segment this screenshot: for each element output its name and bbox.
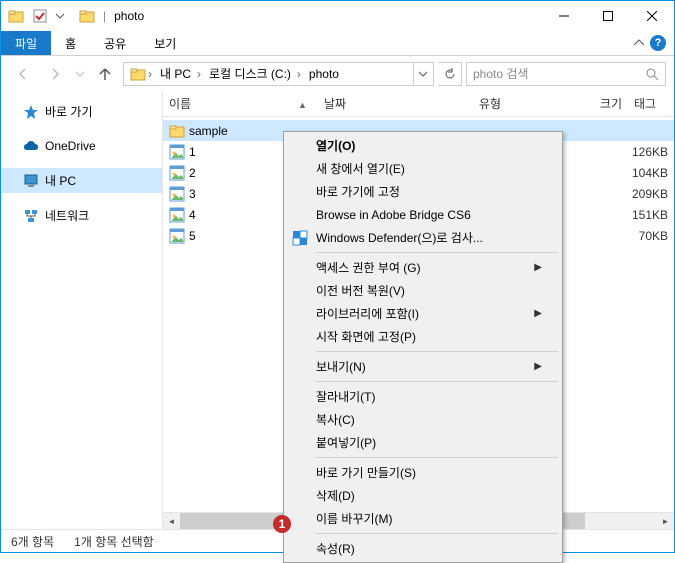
title-bar: | photo — [1, 1, 674, 31]
status-count: 6개 항목 — [11, 533, 54, 550]
title-separator: | — [103, 9, 106, 23]
ribbon-expand-icon[interactable] — [634, 38, 644, 48]
tab-view[interactable]: 보기 — [140, 31, 190, 55]
cloud-icon — [23, 138, 39, 154]
crumb-dropdown[interactable] — [413, 63, 431, 85]
shield-icon — [292, 230, 308, 246]
scroll-left-button[interactable]: ◄ — [163, 513, 180, 530]
image-icon — [169, 186, 185, 202]
crumb-pc[interactable]: 내 PC› — [156, 63, 205, 85]
ctx-bridge[interactable]: Browse in Adobe Bridge CS6 — [286, 203, 560, 226]
chevron-right-icon: ▶ — [534, 308, 542, 319]
ctx-separator — [316, 533, 558, 534]
ctx-restore[interactable]: 이전 버전 복원(V) — [286, 279, 560, 302]
chevron-right-icon: ▶ — [534, 361, 542, 372]
ctx-defender[interactable]: Windows Defender(으)로 검사... — [286, 226, 560, 249]
window-title: photo — [114, 9, 144, 23]
folder-icon — [169, 123, 185, 139]
qat-dropdown-icon[interactable] — [53, 5, 67, 27]
ctx-new-window[interactable]: 새 창에서 열기(E) — [286, 157, 560, 180]
search-input[interactable]: photo 검색 — [466, 62, 666, 86]
col-name[interactable]: 이름 ▲ — [163, 91, 318, 116]
ctx-library[interactable]: 라이브러리에 포함(I)▶ — [286, 302, 560, 325]
crumb-disk[interactable]: 로컬 디스크 (C:)› — [205, 63, 305, 85]
ctx-separator — [316, 252, 558, 253]
context-menu: 열기(O) 새 창에서 열기(E) 바로 가기에 고정 Browse in Ad… — [283, 131, 563, 563]
help-icon[interactable]: ? — [650, 35, 666, 51]
ctx-pin-start[interactable]: 시작 화면에 고정(P) — [286, 325, 560, 348]
up-button[interactable] — [91, 60, 119, 88]
title-area: | photo — [79, 8, 144, 24]
minimize-button[interactable] — [542, 1, 586, 31]
star-icon — [23, 104, 39, 120]
ctx-cut[interactable]: 잘라내기(T) — [286, 385, 560, 408]
col-size[interactable]: 크기 — [553, 91, 628, 116]
ctx-rename[interactable]: 이름 바꾸기(M) — [286, 507, 560, 530]
qat-properties-icon[interactable] — [29, 5, 51, 27]
sidebar: 바로 가기 OneDrive 내 PC 네트워크 — [1, 91, 163, 529]
ctx-copy[interactable]: 복사(C) — [286, 408, 560, 431]
pc-icon — [23, 173, 39, 189]
image-icon — [169, 228, 185, 244]
ribbon-tabs: 파일 홈 공유 보기 ? — [1, 31, 674, 56]
sort-ascending-icon: ▲ — [298, 97, 312, 111]
status-selected: 1개 항목 선택함 — [74, 533, 154, 550]
ctx-pin-quick[interactable]: 바로 가기에 고정 — [286, 180, 560, 203]
recent-dropdown[interactable] — [73, 60, 87, 88]
annotation-badge: 1 — [273, 515, 291, 533]
tab-share[interactable]: 공유 — [90, 31, 140, 55]
sidebar-item-pc[interactable]: 내 PC — [1, 168, 162, 193]
sidebar-item-quick-access[interactable]: 바로 가기 — [1, 99, 162, 124]
ctx-sendto[interactable]: 보내기(N)▶ — [286, 355, 560, 378]
ctx-access[interactable]: 액세스 권한 부여 (G)▶ — [286, 256, 560, 279]
folder-icon — [79, 8, 95, 24]
search-placeholder: photo 검색 — [473, 65, 528, 82]
ctx-paste[interactable]: 붙여넣기(P) — [286, 431, 560, 454]
ctx-separator — [316, 381, 558, 382]
crumb-root-icon[interactable]: › — [126, 63, 156, 85]
search-icon — [645, 67, 659, 81]
qat-explorer-icon[interactable] — [5, 5, 27, 27]
ctx-separator — [316, 457, 558, 458]
sidebar-item-onedrive[interactable]: OneDrive — [1, 134, 162, 158]
forward-button[interactable] — [41, 60, 69, 88]
ctx-properties[interactable]: 속성(R) — [286, 537, 560, 560]
col-type[interactable]: 유형 — [473, 91, 553, 116]
image-icon — [169, 207, 185, 223]
quick-access-toolbar — [1, 5, 71, 27]
col-date[interactable]: 날짜 — [318, 91, 473, 116]
refresh-button[interactable] — [438, 62, 462, 86]
tab-file[interactable]: 파일 — [1, 31, 51, 55]
scroll-right-button[interactable]: ► — [657, 513, 674, 530]
ctx-separator — [316, 351, 558, 352]
col-tag[interactable]: 태그 — [628, 91, 668, 116]
address-bar: › 내 PC› 로컬 디스크 (C:)› photo photo 검색 — [1, 56, 674, 91]
tab-home[interactable]: 홈 — [51, 31, 90, 55]
ctx-open[interactable]: 열기(O) — [286, 134, 560, 157]
network-icon — [23, 208, 39, 224]
column-headers: 이름 ▲ 날짜 유형 크기 태그 — [163, 91, 674, 117]
ctx-delete[interactable]: 삭제(D) — [286, 484, 560, 507]
chevron-right-icon: ▶ — [534, 262, 542, 273]
maximize-button[interactable] — [586, 1, 630, 31]
close-button[interactable] — [630, 1, 674, 31]
sidebar-item-network[interactable]: 네트워크 — [1, 203, 162, 228]
image-icon — [169, 165, 185, 181]
breadcrumb[interactable]: › 내 PC› 로컬 디스크 (C:)› photo — [123, 62, 434, 86]
crumb-folder[interactable]: photo — [305, 63, 343, 85]
image-icon — [169, 144, 185, 160]
back-button[interactable] — [9, 60, 37, 88]
ctx-shortcut[interactable]: 바로 가기 만들기(S) — [286, 461, 560, 484]
